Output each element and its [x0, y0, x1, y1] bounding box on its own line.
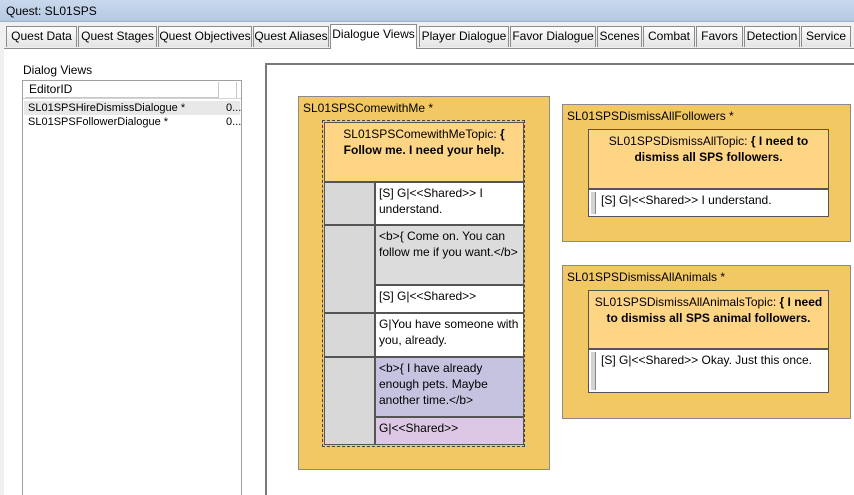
response-group-cell [324, 357, 375, 445]
tab-scenes[interactable]: Scenes [597, 26, 642, 47]
list-item[interactable]: SL01SPSFollowerDialogue * 0... [24, 115, 242, 129]
column-header-value[interactable] [221, 82, 237, 98]
view-title: SL01SPSDismissAllAnimals * [567, 270, 726, 284]
response-text: [S] G|<<Shared>> Okay. Just this once. [601, 353, 813, 367]
response-item[interactable]: G|You have someone with you, already. [375, 313, 524, 357]
topic-name: SL01SPSComewithMeTopic: [343, 127, 497, 141]
response-item[interactable]: G|<<Shared>> [375, 417, 524, 445]
response-item[interactable]: [S] G|<<Shared>> Okay. Just this once. [588, 349, 829, 393]
list-item-value: 0... [226, 116, 242, 128]
response-item[interactable]: [S] G|<<Shared>> I understand. [375, 182, 524, 225]
view-dismiss-all-followers[interactable]: SL01SPSDismissAllFollowers * SL01SPSDism… [562, 104, 851, 242]
response-group-cell [324, 182, 375, 225]
list-item-value: 0... [226, 102, 242, 114]
tab-detection[interactable]: Detection [744, 26, 800, 47]
tab-favor-dialogue[interactable]: Favor Dialogue [510, 26, 596, 47]
tab-player-dialogue[interactable]: Player Dialogue [419, 26, 509, 47]
dialog-views-label: Dialog Views [23, 63, 93, 77]
response-item[interactable]: [S] G|<<Shared>> [375, 285, 524, 313]
topic-name: SL01SPSDismissAllAnimalsTopic: [594, 295, 777, 309]
list-item-name: SL01SPSFollowerDialogue * [28, 116, 169, 128]
view-title: SL01SPSDismissAllFollowers * [567, 109, 734, 123]
column-header-editorid[interactable]: EditorID [25, 82, 219, 98]
tab-favors[interactable]: Favors [696, 26, 743, 47]
tab-quest-stages[interactable]: Quest Stages [78, 26, 157, 47]
tab-combat[interactable]: Combat [643, 26, 695, 47]
tab-quest-aliases[interactable]: Quest Aliases [253, 26, 329, 47]
topic-comewithme[interactable]: SL01SPSComewithMeTopic: { Follow me. I n… [324, 122, 524, 182]
response-group-bar [591, 192, 596, 214]
topic-dismiss-all-animals[interactable]: SL01SPSDismissAllAnimalsTopic: { I need … [588, 290, 829, 349]
response-item[interactable]: <b>{ Come on. You can follow me if you w… [375, 225, 524, 285]
response-group-cell [324, 225, 375, 313]
tab-quest-data[interactable]: Quest Data [6, 26, 77, 47]
response-text: [S] G|<<Shared>> I understand. [601, 193, 772, 207]
view-comewithme[interactable]: SL01SPSComewithMe * SL01SPSComewithMeTop… [298, 96, 550, 470]
list-header: EditorID [23, 81, 241, 99]
topic-dismiss-all[interactable]: SL01SPSDismissAllTopic: { I need to dism… [588, 129, 829, 189]
window-title: Quest: SL01SPS [6, 4, 97, 18]
response-item[interactable]: <b>{ I have already enough pets. Maybe a… [375, 357, 524, 417]
response-item[interactable]: [S] G|<<Shared>> I understand. [588, 189, 829, 217]
dialog-views-list[interactable]: EditorID SL01SPSHireDismissDialogue * 0.… [22, 80, 242, 495]
list-item-name: SL01SPSHireDismissDialogue * [28, 102, 186, 114]
dialogue-view-canvas[interactable]: SL01SPSComewithMe * SL01SPSComewithMeTop… [265, 63, 854, 495]
tab-service[interactable]: Service [801, 26, 851, 47]
view-dismiss-all-animals[interactable]: SL01SPSDismissAllAnimals * SL01SPSDismis… [562, 265, 851, 419]
tab-quest-objectives[interactable]: Quest Objectives [158, 26, 252, 47]
tab-dialogue-views[interactable]: Dialogue Views [330, 24, 417, 49]
response-group-cell [324, 313, 375, 357]
list-item[interactable]: SL01SPSHireDismissDialogue * 0... [24, 101, 242, 115]
view-title: SL01SPSComewithMe * [303, 101, 434, 115]
response-group-bar [591, 352, 596, 390]
window-titlebar: Quest: SL01SPS [0, 0, 854, 22]
topic-name: SL01SPSDismissAllTopic: [608, 134, 748, 148]
